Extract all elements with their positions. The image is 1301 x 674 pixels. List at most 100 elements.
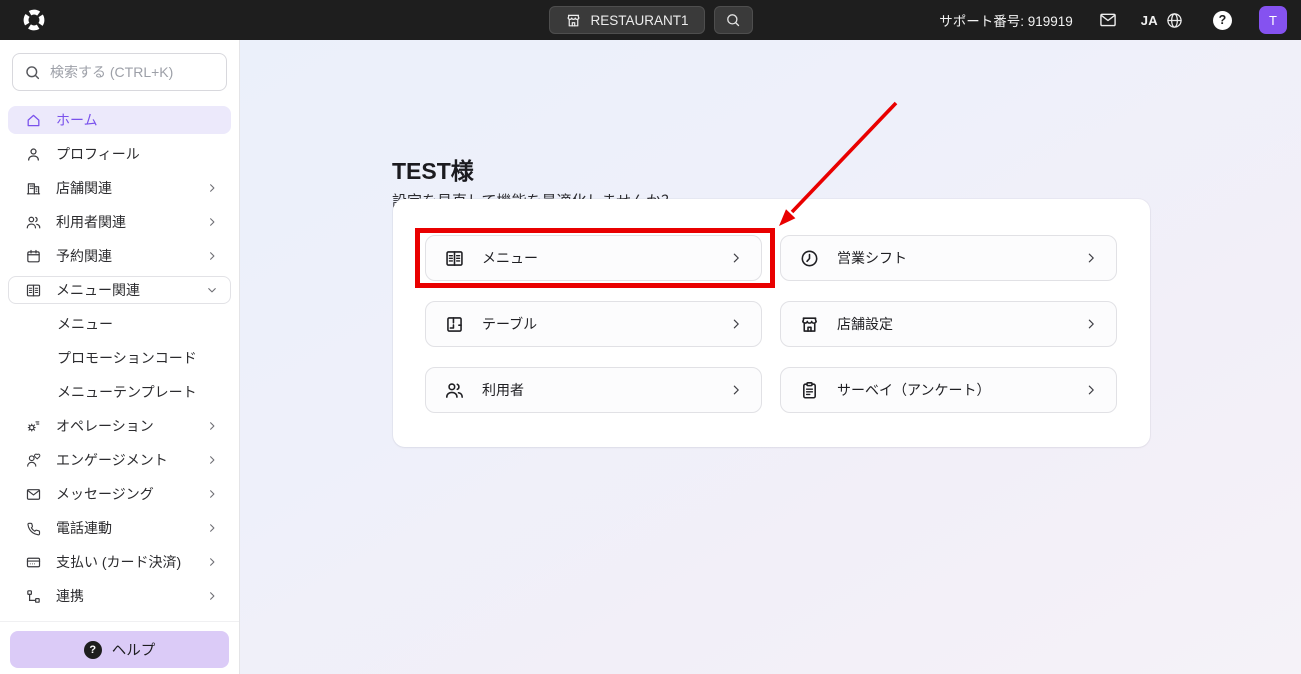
- chevron-right-icon: [729, 383, 743, 397]
- sidebar-item-label: 連携: [56, 586, 84, 606]
- sidebar-item-store-related[interactable]: 店舗関連: [8, 174, 231, 202]
- sidebar-search-box: [12, 53, 227, 91]
- sidebar-item-integrations[interactable]: 連携: [8, 582, 231, 610]
- brand-logo-icon: [21, 7, 47, 38]
- sidebar-item-label: メニューテンプレート: [57, 382, 197, 402]
- tile-label: 営業シフト: [837, 248, 907, 268]
- sidebar-subitem-promotion-code[interactable]: プロモーションコード: [8, 344, 231, 372]
- search-icon: [725, 12, 741, 28]
- tile-label: メニュー: [482, 248, 538, 268]
- chevron-right-icon: [206, 556, 218, 568]
- clock-icon: [799, 248, 820, 269]
- sidebar: ホーム プロフィール 店舗関連: [0, 40, 240, 674]
- language-switcher[interactable]: JA: [1141, 11, 1184, 30]
- chevron-right-icon: [206, 454, 218, 466]
- support-number: サポート番号: 919919: [939, 10, 1073, 30]
- people-icon: [25, 214, 42, 231]
- page-title: TEST様: [392, 152, 474, 186]
- sidebar-item-label: 電話連動: [56, 518, 112, 538]
- chevron-right-icon: [206, 590, 218, 602]
- floor-plan-icon: [444, 314, 465, 335]
- help-button-label: ヘルプ: [112, 639, 156, 660]
- sidebar-item-reservation-related[interactable]: 予約関連: [8, 242, 231, 270]
- topbar-right: サポート番号: 919919 JA ? T: [939, 0, 1287, 40]
- tile-label: 利用者: [482, 380, 524, 400]
- sidebar-item-messaging[interactable]: メッセージング: [8, 480, 231, 508]
- store-selector-label: RESTAURANT1: [590, 13, 688, 28]
- calendar-icon: [25, 248, 42, 265]
- building-icon: [25, 180, 42, 197]
- storefront-icon: [799, 314, 820, 335]
- sidebar-item-home[interactable]: ホーム: [8, 106, 231, 134]
- tiles-grid: メニュー 営業シフト: [393, 199, 1150, 447]
- people-icon: [444, 380, 465, 401]
- card-terminal-icon: [25, 554, 42, 571]
- menu-book-icon: [25, 282, 42, 299]
- sidebar-item-label: プロモーションコード: [57, 348, 197, 368]
- link-nodes-icon: [25, 588, 42, 605]
- tile-table[interactable]: テーブル: [425, 301, 762, 347]
- sidebar-item-label: メッセージング: [56, 484, 154, 504]
- menu-book-icon: [444, 248, 465, 269]
- chevron-right-icon: [729, 317, 743, 331]
- main-content: TEST様 設定を見直して機能を最適化しませんか？ メニュー: [240, 40, 1301, 674]
- sidebar-subitem-menu-template[interactable]: メニューテンプレート: [8, 378, 231, 406]
- language-code: JA: [1141, 13, 1158, 28]
- search-input[interactable]: [50, 64, 215, 80]
- sidebar-item-label: 予約関連: [56, 246, 112, 266]
- tile-label: サーベイ（アンケート）: [837, 380, 990, 400]
- app-root: RESTAURANT1 サポート番号: 919919 JA: [0, 0, 1301, 674]
- store-selector[interactable]: RESTAURANT1: [548, 6, 704, 34]
- tile-survey[interactable]: サーベイ（アンケート）: [780, 367, 1117, 413]
- chevron-right-icon: [206, 250, 218, 262]
- chevron-right-icon: [206, 182, 218, 194]
- chevron-right-icon: [1084, 383, 1098, 397]
- home-icon: [25, 112, 42, 129]
- sidebar-item-phone-integration[interactable]: 電話連動: [8, 514, 231, 542]
- sidebar-item-users-related[interactable]: 利用者関連: [8, 208, 231, 236]
- globe-icon: [1165, 11, 1184, 30]
- tile-label: テーブル: [482, 314, 537, 334]
- gear-list-icon: [25, 418, 42, 435]
- mail-icon[interactable]: [1098, 10, 1118, 30]
- storefront-icon: [564, 12, 581, 29]
- sidebar-item-payment[interactable]: 支払い (カード決済): [8, 548, 231, 576]
- sidebar-item-label: ホーム: [56, 110, 98, 130]
- sidebar-item-label: 店舗関連: [56, 178, 112, 198]
- tile-label: 店舗設定: [837, 314, 893, 334]
- person-icon: [25, 146, 42, 163]
- tile-business-shift[interactable]: 営業シフト: [780, 235, 1117, 281]
- person-heart-icon: [25, 452, 42, 469]
- avatar[interactable]: T: [1259, 6, 1287, 34]
- chevron-right-icon: [729, 251, 743, 265]
- topbar-center: RESTAURANT1: [548, 6, 752, 34]
- sidebar-item-label: メニュー: [57, 314, 113, 334]
- chevron-right-icon: [206, 522, 218, 534]
- sidebar-item-operation[interactable]: オペレーション: [8, 412, 231, 440]
- phone-icon: [25, 520, 42, 537]
- survey-clipboard-icon: [799, 380, 820, 401]
- tile-store-settings[interactable]: 店舗設定: [780, 301, 1117, 347]
- quick-settings-card: メニュー 営業シフト: [393, 199, 1150, 447]
- sidebar-item-engagement[interactable]: エンゲージメント: [8, 446, 231, 474]
- chevron-right-icon: [1084, 317, 1098, 331]
- sidebar-item-menu-related[interactable]: メニュー関連: [8, 276, 231, 304]
- topbar-search-button[interactable]: [714, 6, 753, 34]
- help-icon[interactable]: ?: [1213, 11, 1232, 30]
- chevron-down-icon: [206, 284, 218, 296]
- tile-menu[interactable]: メニュー: [425, 235, 762, 281]
- mail-icon: [25, 486, 42, 503]
- sidebar-footer: ? ヘルプ: [0, 621, 239, 674]
- chevron-right-icon: [1084, 251, 1098, 265]
- chevron-right-icon: [206, 216, 218, 228]
- sidebar-subitem-menu[interactable]: メニュー: [8, 310, 231, 338]
- help-icon: ?: [84, 641, 102, 659]
- sidebar-item-profile[interactable]: プロフィール: [8, 140, 231, 168]
- sidebar-item-label: 利用者関連: [56, 212, 126, 232]
- sidebar-item-label: メニュー関連: [56, 280, 140, 300]
- sidebar-item-label: エンゲージメント: [56, 450, 168, 470]
- search-icon: [24, 64, 41, 81]
- help-button[interactable]: ? ヘルプ: [10, 631, 229, 668]
- tile-users[interactable]: 利用者: [425, 367, 762, 413]
- sidebar-item-label: 支払い (カード決済): [56, 552, 181, 572]
